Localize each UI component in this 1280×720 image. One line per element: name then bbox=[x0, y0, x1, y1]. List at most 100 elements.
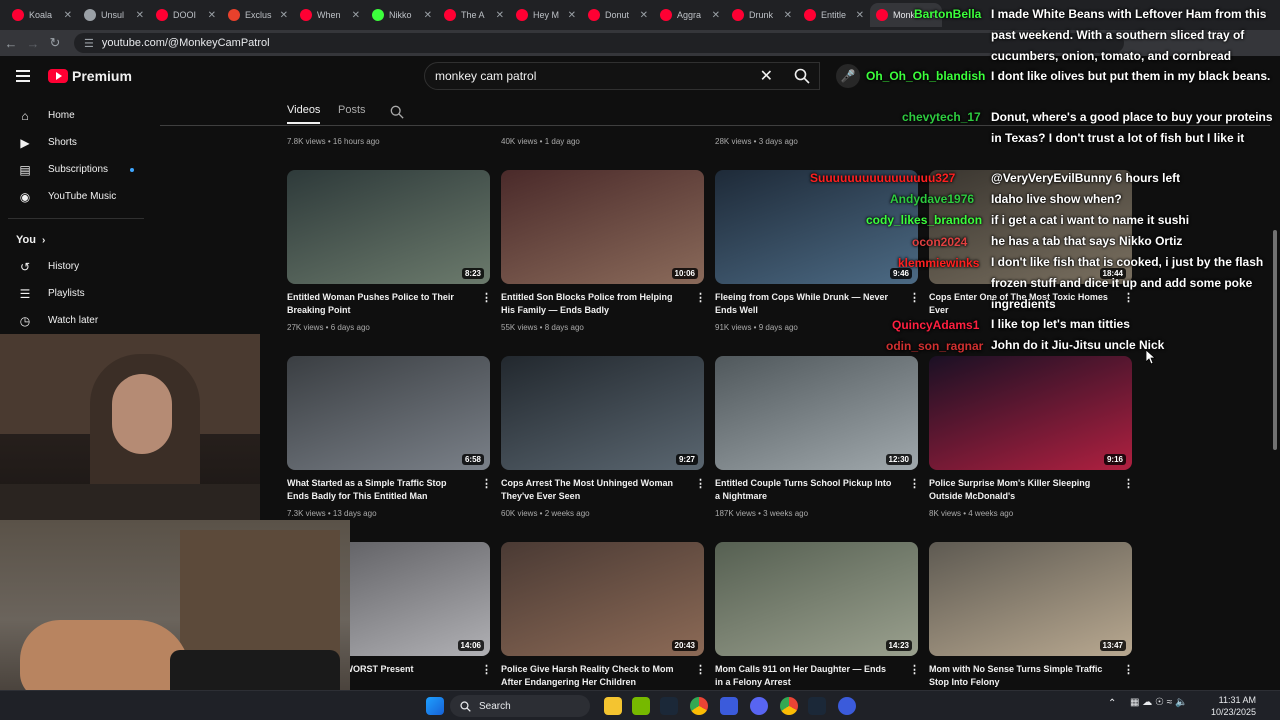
browser-tab[interactable]: Hey M ✕ bbox=[510, 3, 582, 27]
sidebar-item-watch-later[interactable]: ◷ Watch later bbox=[0, 307, 160, 334]
chat-username: QuincyAdams1 bbox=[892, 318, 980, 332]
more-actions-icon[interactable]: ⋮ bbox=[909, 477, 920, 490]
nvidia-icon[interactable] bbox=[632, 697, 650, 715]
video-title[interactable]: Entitled Son Blocks Police from Helping … bbox=[501, 291, 681, 317]
browser-tab[interactable]: Aggra ✕ bbox=[654, 3, 726, 27]
video-meta: 7.8K views • 16 hours ago bbox=[287, 137, 380, 146]
video-title[interactable]: Entitled Woman Pushes Police to Their Br… bbox=[287, 291, 467, 317]
microphone-icon[interactable]: 🎤 bbox=[836, 64, 860, 88]
video-title[interactable]: Mom Calls 911 on Her Daughter — Ends in … bbox=[715, 663, 895, 689]
sidebar-item-home[interactable]: ⌂ Home bbox=[0, 102, 160, 129]
taskbar-search[interactable]: Search bbox=[450, 695, 590, 717]
video-title[interactable]: Police Give Harsh Reality Check to Mom A… bbox=[501, 663, 681, 689]
video-duration: 6:58 bbox=[461, 454, 484, 465]
browser-tab[interactable]: Unsul ✕ bbox=[78, 3, 150, 27]
video-thumbnail[interactable]: 9:46 bbox=[715, 170, 918, 284]
video-thumbnail[interactable]: 12:30 bbox=[715, 356, 918, 470]
close-tab-icon[interactable]: ✕ bbox=[352, 10, 360, 21]
more-actions-icon[interactable]: ⋮ bbox=[695, 477, 706, 490]
youtube-logo[interactable]: Premium bbox=[48, 68, 132, 84]
sidebar-item-youtube-music[interactable]: ◉ YouTube Music bbox=[0, 183, 160, 210]
more-actions-icon[interactable]: ⋮ bbox=[695, 663, 706, 676]
browser-tab[interactable]: Exclus ✕ bbox=[222, 3, 294, 27]
close-tab-icon[interactable]: ✕ bbox=[784, 10, 792, 21]
chrome-active-icon[interactable] bbox=[780, 697, 798, 715]
video-title[interactable]: Police Surprise Mom's Killer Sleeping Ou… bbox=[929, 477, 1109, 503]
sidebar-item-subscriptions[interactable]: ▤ Subscriptions bbox=[0, 156, 160, 183]
tray-chevron-icon[interactable]: ⌃ bbox=[1108, 698, 1116, 709]
clock[interactable]: 11:31 AM 10/23/2025 bbox=[1211, 694, 1256, 718]
video-thumbnail[interactable]: 9:27 bbox=[501, 356, 704, 470]
forward-icon[interactable]: → bbox=[22, 36, 44, 51]
more-actions-icon[interactable]: ⋮ bbox=[481, 477, 492, 490]
video-thumbnail[interactable]: 20:43 bbox=[501, 542, 704, 656]
app-secondary-icon[interactable] bbox=[838, 697, 856, 715]
tab-label: Drunk bbox=[749, 10, 774, 20]
more-actions-icon[interactable]: ⋮ bbox=[695, 291, 706, 304]
site-info-icon[interactable]: ☰ bbox=[84, 37, 94, 50]
more-actions-icon[interactable]: ⋮ bbox=[909, 291, 920, 304]
video-thumbnail[interactable]: 13:47 bbox=[929, 542, 1132, 656]
sidebar-item-history[interactable]: ↺ History bbox=[0, 253, 160, 280]
close-tab-icon[interactable]: ✕ bbox=[496, 10, 504, 21]
close-tab-icon[interactable]: ✕ bbox=[424, 10, 432, 21]
windows-start-icon[interactable] bbox=[426, 697, 444, 715]
close-tab-icon[interactable]: ✕ bbox=[712, 10, 720, 21]
youtube-play-icon bbox=[48, 69, 68, 83]
video-title[interactable]: Mom with No Sense Turns Simple Traffic S… bbox=[929, 663, 1109, 689]
browser-tab[interactable]: Nikko ✕ bbox=[366, 3, 438, 27]
file-explorer-icon[interactable] bbox=[604, 697, 622, 715]
chrome-icon[interactable] bbox=[690, 697, 708, 715]
tab-favicon-icon bbox=[444, 9, 456, 21]
browser-tab[interactable]: Koala ✕ bbox=[6, 3, 78, 27]
browser-tab[interactable]: Donut ✕ bbox=[582, 3, 654, 27]
browser-tab[interactable]: The A ✕ bbox=[438, 3, 510, 27]
page-scrollbar-thumb[interactable] bbox=[1273, 230, 1277, 450]
steam-icon[interactable] bbox=[660, 697, 678, 715]
sidebar-item-shorts[interactable]: ▶ Shorts bbox=[0, 129, 160, 156]
more-actions-icon[interactable]: ⋮ bbox=[1123, 663, 1134, 676]
tray-icons[interactable]: ▦ ☁ ☉ ≈ 🔈 bbox=[1130, 697, 1187, 708]
more-actions-icon[interactable]: ⋮ bbox=[909, 663, 920, 676]
sidebar-you-heading[interactable]: You › bbox=[0, 227, 160, 253]
close-tab-icon[interactable]: ✕ bbox=[640, 10, 648, 21]
reload-icon[interactable]: ↻ bbox=[44, 35, 66, 51]
video-thumbnail[interactable]: 6:58 bbox=[287, 356, 490, 470]
clear-search-icon[interactable]: ✕ bbox=[760, 66, 773, 86]
browser-tab[interactable]: When ✕ bbox=[294, 3, 366, 27]
tab-videos[interactable]: Videos bbox=[287, 104, 320, 116]
sidebar-item-playlists[interactable]: ☰ Playlists bbox=[0, 280, 160, 307]
close-tab-icon[interactable]: ✕ bbox=[280, 10, 288, 21]
search-button[interactable] bbox=[784, 62, 820, 90]
browser-tab[interactable]: DOOI ✕ bbox=[150, 3, 222, 27]
video-title[interactable]: Cops Arrest The Most Unhinged Woman They… bbox=[501, 477, 681, 503]
steam-secondary-icon[interactable] bbox=[808, 697, 826, 715]
video-thumbnail[interactable]: 8:23 bbox=[287, 170, 490, 284]
video-title[interactable]: Fleeing from Cops While Drunk — Never En… bbox=[715, 291, 895, 317]
search-input[interactable]: monkey cam patrol ✕ bbox=[424, 62, 820, 90]
channel-search-icon[interactable] bbox=[390, 105, 404, 119]
discord-icon[interactable] bbox=[750, 697, 768, 715]
video-thumbnail[interactable]: 10:06 bbox=[501, 170, 704, 284]
app-icon[interactable] bbox=[720, 697, 738, 715]
browser-tab[interactable]: Drunk ✕ bbox=[726, 3, 798, 27]
video-title[interactable]: Entitled Couple Turns School Pickup Into… bbox=[715, 477, 895, 503]
back-icon[interactable]: ← bbox=[0, 36, 22, 51]
menu-icon[interactable] bbox=[16, 70, 30, 82]
close-tab-icon[interactable]: ✕ bbox=[208, 10, 216, 21]
video-title[interactable]: What Started as a Simple Traffic Stop En… bbox=[287, 477, 467, 503]
more-actions-icon[interactable]: ⋮ bbox=[481, 291, 492, 304]
youtube-music-icon: ◉ bbox=[19, 189, 31, 204]
browser-tab[interactable]: Entitle ✕ bbox=[798, 3, 870, 27]
more-actions-icon[interactable]: ⋮ bbox=[1123, 477, 1134, 490]
video-thumbnail[interactable]: 9:16 bbox=[929, 356, 1132, 470]
close-tab-icon[interactable]: ✕ bbox=[568, 10, 576, 21]
video-thumbnail[interactable]: 14:23 bbox=[715, 542, 918, 656]
more-actions-icon[interactable]: ⋮ bbox=[481, 663, 492, 676]
address-bar[interactable]: ☰ youtube.com/@MonkeyCamPatrol bbox=[74, 33, 1124, 53]
close-tab-icon[interactable]: ✕ bbox=[64, 10, 72, 21]
close-tab-icon[interactable]: ✕ bbox=[856, 10, 864, 21]
chat-message: I made White Beans with Leftover Ham fro… bbox=[991, 7, 1267, 63]
close-tab-icon[interactable]: ✕ bbox=[136, 10, 144, 21]
tab-posts[interactable]: Posts bbox=[338, 104, 366, 116]
